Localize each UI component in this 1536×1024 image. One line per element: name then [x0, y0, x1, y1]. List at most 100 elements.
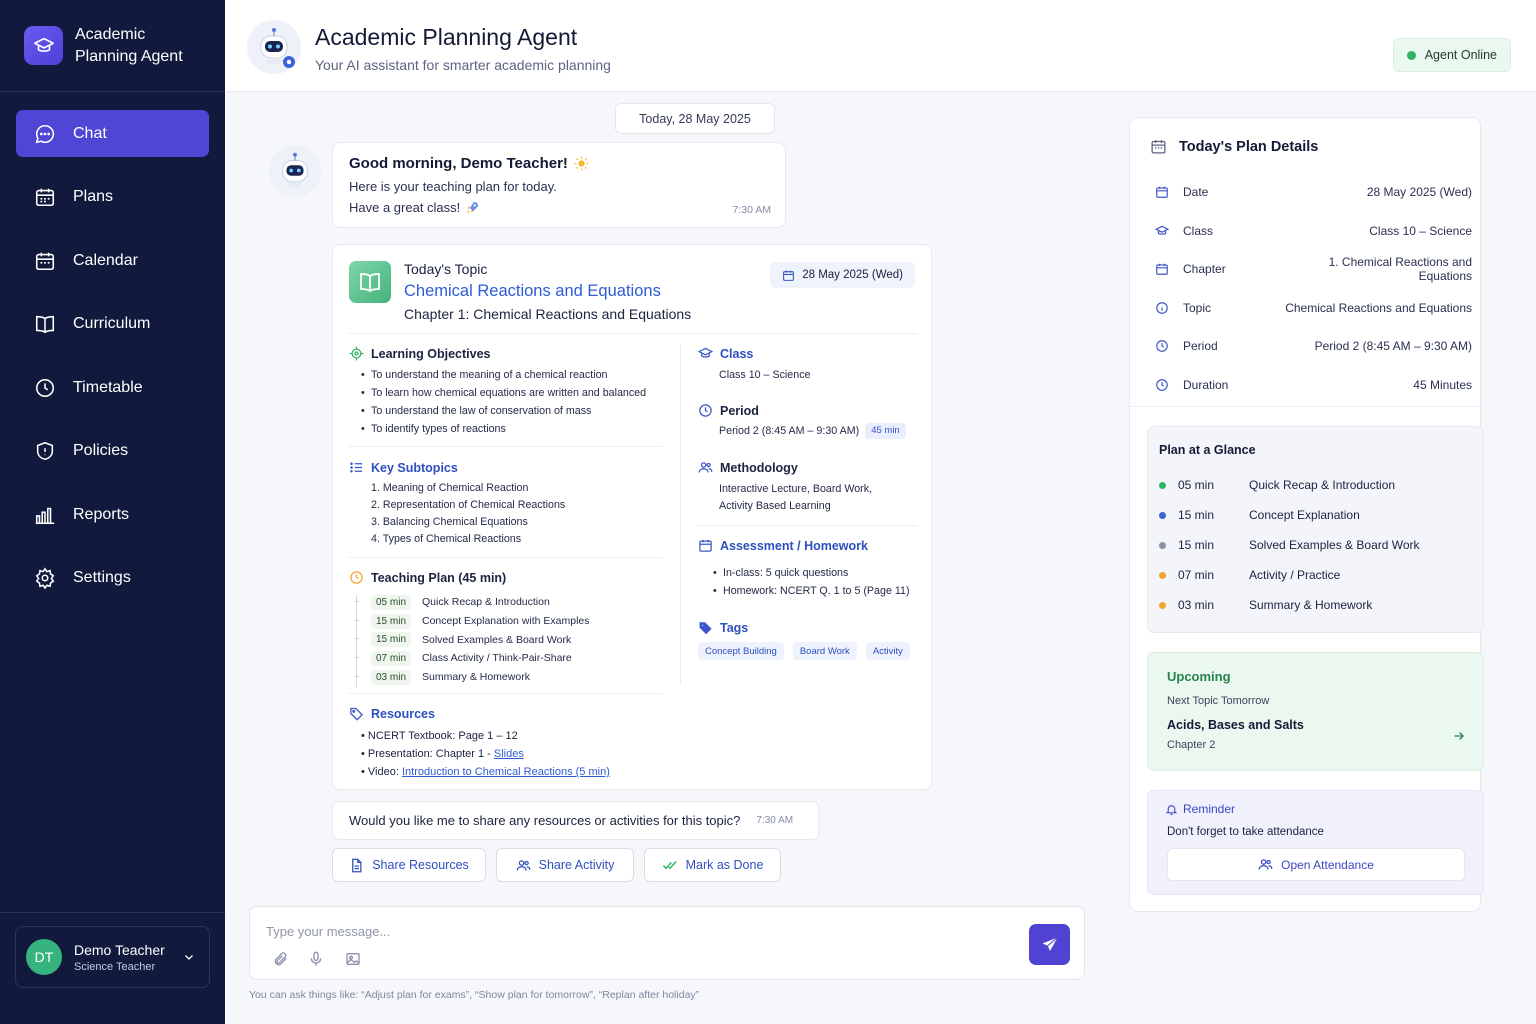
- divider: [1130, 406, 1480, 407]
- sidebar-item-timetable[interactable]: Timetable: [16, 364, 209, 411]
- glance-text: Concept Explanation: [1249, 508, 1360, 522]
- topic-label: Today's Topic: [404, 261, 488, 277]
- image-icon[interactable]: [344, 950, 362, 968]
- slides-link[interactable]: Slides: [494, 748, 524, 760]
- duration-badge: 15 min: [371, 632, 411, 648]
- calendar-icon: [699, 539, 712, 552]
- plan-at-a-glance: Plan at a Glance 05 min Quick Recap & Int…: [1147, 426, 1484, 633]
- glance-title: Plan at a Glance: [1159, 443, 1256, 457]
- period-title: Period: [720, 403, 759, 418]
- sidebar-item-curriculum[interactable]: Curriculum: [16, 301, 209, 348]
- paperclip-icon[interactable]: [272, 950, 290, 968]
- list-item: 05 min Quick Recap & Introduction: [355, 593, 590, 612]
- list-item: • NCERT Textbook: Page 1 – 12: [361, 730, 518, 742]
- list-item: 03 min Summary & Homework: [355, 668, 590, 687]
- mark-as-done-button[interactable]: Mark as Done: [644, 848, 781, 882]
- tag-chip[interactable]: Activity: [865, 642, 910, 660]
- calendar-icon: [1154, 262, 1170, 276]
- assessment-text: In-class: 5 quick questions: [723, 567, 849, 579]
- message-time: 7:30 AM: [756, 815, 794, 826]
- class-title: Class: [720, 346, 754, 361]
- tag-icon: [699, 622, 712, 635]
- shield-icon: [34, 440, 56, 462]
- sidebar-item-plans[interactable]: Plans: [16, 174, 209, 221]
- tags-title: Tags: [720, 620, 749, 635]
- sidebar-item-label: Curriculum: [73, 315, 151, 332]
- message-input[interactable]: [266, 921, 1006, 941]
- list-item: • To understand the meaning of a chemical…: [361, 366, 646, 384]
- sidebar-item-label: Policies: [73, 442, 129, 459]
- teaching-plan-heading: Teaching Plan (45 min): [349, 570, 506, 585]
- upcoming-topic: Acids, Bases and Salts: [1167, 718, 1304, 732]
- plan-step-text: Concept Explanation with Examples: [422, 615, 590, 628]
- detail-label: Chapter: [1183, 262, 1226, 276]
- sidebar-item-chat[interactable]: Chat: [16, 110, 209, 157]
- clock-icon: [34, 377, 56, 399]
- calendar-icon: [1154, 185, 1170, 199]
- sidebar-item-calendar[interactable]: Calendar: [16, 237, 209, 284]
- reminder-heading: Reminder: [1165, 802, 1235, 816]
- detail-label: Date: [1183, 185, 1209, 199]
- clock-icon: [699, 404, 712, 417]
- tag-chip[interactable]: Concept Building: [698, 642, 784, 660]
- chat-icon: [34, 123, 56, 145]
- online-dot-icon: [1406, 50, 1416, 60]
- list-item: • Presentation: Chapter 1 - Slides: [361, 748, 524, 760]
- upcoming-card[interactable]: Upcoming Next Topic Tomorrow Acids, Base…: [1147, 652, 1484, 771]
- sidebar-item-policies[interactable]: Policies: [16, 428, 209, 475]
- detail-row-class: Class Class 10 – Science: [1154, 221, 1472, 241]
- video-link[interactable]: Introduction to Chemical Reactions (5 mi…: [402, 766, 610, 778]
- assessment-list: • In-class: 5 quick questions • Homework: …: [713, 564, 910, 600]
- detail-value: Chemical Reactions and Equations: [1285, 301, 1472, 315]
- sidebar-item-reports[interactable]: Reports: [16, 491, 209, 538]
- reminder-card: Reminder Don't forget to take attendance…: [1147, 790, 1484, 895]
- clock-icon: [1154, 378, 1170, 392]
- status-dot-icon: [1159, 571, 1166, 579]
- share-resources-button[interactable]: Share Resources: [332, 848, 486, 882]
- question-text: Would you like me to share any resources…: [349, 813, 741, 828]
- glance-row: 15 min Concept Explanation: [1159, 508, 1360, 522]
- plan-step-text: Class Activity / Think-Pair-Share: [422, 652, 572, 665]
- detail-row-topic: Topic Chemical Reactions and Equations: [1154, 298, 1472, 318]
- microphone-icon[interactable]: [307, 950, 325, 968]
- divider: [680, 345, 681, 685]
- upcoming-title: Upcoming: [1167, 669, 1231, 684]
- graduation-cap-icon: [1154, 224, 1170, 238]
- teaching-plan-list: 05 min Quick Recap & Introduction 15 min C…: [355, 593, 590, 686]
- methodology-line: Activity Based Learning: [719, 500, 831, 512]
- list-item: • To identify types of reactions: [361, 420, 646, 438]
- detail-row-duration: Duration 45 Minutes: [1154, 375, 1472, 395]
- subtopics-title: Key Subtopics: [371, 460, 458, 475]
- resources-title: Resources: [371, 706, 435, 721]
- tag-chip[interactable]: Board Work: [792, 642, 857, 660]
- book-icon: [349, 261, 391, 303]
- upcoming-chapter: Chapter 2: [1167, 739, 1216, 751]
- duration-badge: 45 min: [865, 423, 906, 440]
- arrow-right-icon[interactable]: [1452, 729, 1466, 743]
- sidebar-item-settings[interactable]: Settings: [16, 555, 209, 602]
- plan-step-text: Solved Examples & Board Work: [422, 633, 572, 646]
- status-text: Agent Online: [1424, 48, 1497, 62]
- message-time: 7:30 AM: [732, 204, 771, 216]
- duration-badge: 03 min: [371, 669, 411, 685]
- clock-icon: [1154, 339, 1170, 353]
- user-card[interactable]: DT Demo Teacher Science Teacher: [15, 926, 210, 988]
- chevron-down-icon[interactable]: [183, 951, 195, 963]
- topic-title[interactable]: Chemical Reactions and Equations: [404, 282, 661, 301]
- objectives-list: • To understand the meaning of a chemical…: [361, 366, 646, 438]
- methodology-title: Methodology: [720, 460, 798, 475]
- status-dot-icon: [1159, 541, 1166, 549]
- button-label: Mark as Done: [685, 858, 764, 872]
- users-icon: [698, 462, 713, 473]
- share-activity-button[interactable]: Share Activity: [496, 848, 634, 882]
- open-attendance-button[interactable]: Open Attendance: [1167, 848, 1465, 881]
- bell-icon: [1165, 804, 1178, 815]
- duration-badge: 07 min: [371, 650, 411, 666]
- divider: [349, 446, 663, 447]
- status-dot-icon: [1159, 481, 1166, 489]
- brand[interactable]: Academic Planning Agent: [0, 0, 225, 92]
- send-button[interactable]: [1029, 924, 1070, 965]
- robot-icon: [269, 145, 321, 197]
- document-icon: [352, 858, 362, 872]
- detail-label: Period: [1183, 339, 1218, 353]
